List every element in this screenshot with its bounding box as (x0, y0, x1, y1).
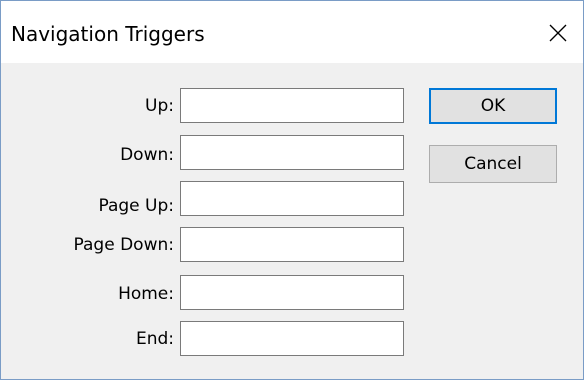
title-bar[interactable]: Navigation Triggers (1, 1, 583, 63)
end-label: End: (135, 329, 174, 349)
dialog-title: Navigation Triggers (11, 22, 205, 46)
end-field[interactable] (180, 321, 404, 356)
ok-button[interactable]: OK (429, 88, 557, 124)
close-button[interactable] (533, 9, 583, 57)
dialog-body: Up: Down: Page Up: Page Down: Home: End:… (1, 63, 583, 379)
page-up-label: Page Up: (98, 196, 174, 216)
up-label: Up: (145, 96, 174, 116)
home-label: Home: (118, 284, 174, 304)
down-label: Down: (120, 145, 174, 165)
close-icon (548, 23, 568, 43)
page-down-field[interactable] (180, 227, 404, 262)
dialog-window: Navigation Triggers Up: Down: Page Up: P… (0, 0, 584, 380)
up-field[interactable] (180, 88, 404, 123)
down-field[interactable] (180, 135, 404, 170)
page-up-field[interactable] (180, 181, 404, 216)
page-down-label: Page Down: (73, 235, 174, 255)
cancel-button[interactable]: Cancel (429, 145, 557, 183)
home-field[interactable] (180, 275, 404, 310)
